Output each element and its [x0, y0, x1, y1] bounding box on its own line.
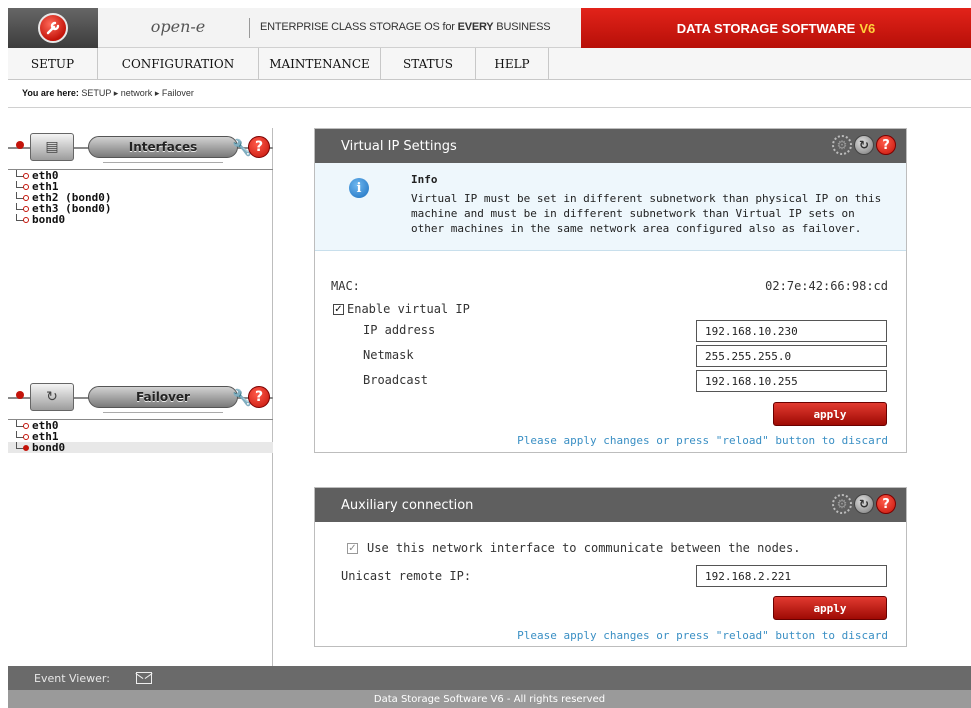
- failover-icon: ↻: [30, 383, 74, 411]
- use-interface-checkbox[interactable]: ✓: [347, 543, 358, 554]
- copyright-text: Data Storage Software V6 - All rights re…: [373, 693, 606, 705]
- ip-address-label: IP address: [363, 323, 436, 337]
- interfaces-title: Interfaces: [88, 136, 238, 158]
- event-viewer-label: Event Viewer:: [34, 671, 110, 685]
- help-icon[interactable]: ?: [876, 135, 896, 155]
- left-panel: ▤ Interfaces 🔧 ? eth0 eth1 eth2 (bond0) …: [8, 128, 273, 666]
- enable-virtual-ip-checkbox[interactable]: ✓: [333, 304, 344, 315]
- tree-item-bond0[interactable]: bond0: [8, 214, 273, 225]
- chevron-right-icon: ▸: [154, 88, 160, 98]
- tree-item-bond0-selected[interactable]: bond0: [8, 442, 273, 453]
- breadcrumb: You are here: SETUP ▸ network ▸ Failover: [8, 81, 971, 108]
- network-interface-icon: ▤: [30, 133, 74, 161]
- settings-icon[interactable]: ⚙: [832, 494, 852, 514]
- failover-header: ↻ Failover 🔧 ?: [8, 378, 273, 418]
- node-icon: [23, 206, 29, 212]
- menu-help[interactable]: HELP: [476, 48, 549, 80]
- envelope-icon[interactable]: [135, 672, 152, 684]
- info-panel: i Info Virtual IP must be set in differe…: [315, 163, 906, 251]
- panel-tools: ⚙ ↻ ?: [832, 494, 896, 514]
- netmask-input[interactable]: [696, 345, 887, 367]
- product-name: DATA STORAGE SOFTWARE: [676, 20, 856, 36]
- reload-hint: Please apply changes or press "reload" b…: [517, 434, 888, 447]
- info-icon: i: [349, 178, 369, 198]
- node-icon: [23, 434, 29, 440]
- tree-item-label: bond0: [32, 441, 66, 454]
- event-viewer-bar: Event Viewer:: [8, 666, 971, 690]
- help-icon[interactable]: ?: [876, 494, 896, 514]
- use-interface-label: Use this network interface to communicat…: [367, 541, 801, 555]
- node-icon: [23, 423, 29, 429]
- chevron-right-icon: ▸: [113, 88, 119, 98]
- virtual-ip-title: Virtual IP Settings: [341, 138, 457, 154]
- main-menu: SETUP CONFIGURATION MAINTENANCE STATUS H…: [8, 48, 971, 80]
- brand-text: open-e: [150, 17, 206, 36]
- wrench-icon: [38, 13, 68, 43]
- menu-configuration[interactable]: CONFIGURATION: [98, 48, 259, 80]
- tagline: ENTERPRISE CLASS STORAGE OS for EVERY BU…: [260, 21, 551, 33]
- panel-tools: ⚙ ↻ ?: [832, 135, 896, 155]
- node-icon: [23, 217, 29, 223]
- header-underline: [103, 162, 223, 163]
- virtual-ip-panel: Virtual IP Settings ⚙ ↻ ? i Info Virtual…: [314, 128, 907, 453]
- menu-setup[interactable]: SETUP: [8, 48, 98, 80]
- breadcrumb-prefix: You are here:: [22, 88, 79, 98]
- breadcrumb-item-failover[interactable]: Failover: [162, 88, 194, 98]
- mac-value: 02:7e:42:66:98:cd: [765, 279, 888, 293]
- reload-icon[interactable]: ↻: [854, 494, 874, 514]
- interfaces-header: ▤ Interfaces 🔧 ?: [8, 128, 273, 168]
- node-icon: [23, 195, 29, 201]
- failover-title: Failover: [88, 386, 238, 408]
- pin-icon: [16, 141, 24, 149]
- pin-icon: [16, 391, 24, 399]
- unicast-remote-ip-label: Unicast remote IP:: [341, 569, 472, 583]
- mac-label: MAC:: [331, 279, 360, 293]
- node-icon: [23, 445, 29, 451]
- reload-hint: Please apply changes or press "reload" b…: [517, 629, 888, 642]
- help-icon[interactable]: ?: [248, 386, 270, 408]
- enable-virtual-ip-label: Enable virtual IP: [347, 302, 470, 316]
- auxiliary-connection-panel: Auxiliary connection ⚙ ↻ ? ✓ Use this ne…: [314, 487, 907, 647]
- node-icon: [23, 184, 29, 190]
- broadcast-label: Broadcast: [363, 373, 429, 387]
- tagline-prefix: ENTERPRISE CLASS STORAGE OS for: [260, 21, 458, 33]
- node-icon: [23, 173, 29, 179]
- auxiliary-title-bar: Auxiliary connection ⚙ ↻ ?: [315, 488, 906, 522]
- menu-status[interactable]: STATUS: [381, 48, 476, 80]
- reload-icon[interactable]: ↻: [854, 135, 874, 155]
- apply-button[interactable]: apply: [773, 596, 887, 620]
- failover-tree: eth0 eth1 bond0: [8, 419, 273, 453]
- help-icon[interactable]: ?: [248, 136, 270, 158]
- app-header: open-e ENTERPRISE CLASS STORAGE OS for E…: [8, 8, 971, 48]
- breadcrumb-item-network[interactable]: network: [121, 88, 153, 98]
- header-underline: [103, 412, 223, 413]
- virtual-ip-title-bar: Virtual IP Settings ⚙ ↻ ?: [315, 129, 906, 163]
- auxiliary-title: Auxiliary connection: [341, 497, 474, 513]
- product-banner: DATA STORAGE SOFTWARE V6: [581, 8, 971, 48]
- product-version: V6: [859, 20, 876, 36]
- ip-address-input[interactable]: [696, 320, 887, 342]
- broadcast-input[interactable]: [696, 370, 887, 392]
- logo[interactable]: [8, 8, 98, 48]
- apply-button[interactable]: apply: [773, 402, 887, 426]
- tree-item-label: bond0: [32, 213, 66, 226]
- info-title: Info: [411, 173, 438, 186]
- info-text: Virtual IP must be set in different subn…: [411, 192, 882, 235]
- menu-maintenance[interactable]: MAINTENANCE: [259, 48, 381, 80]
- netmask-label: Netmask: [363, 348, 414, 362]
- unicast-remote-ip-input[interactable]: [696, 565, 887, 587]
- brand-divider: [249, 18, 250, 38]
- settings-icon[interactable]: ⚙: [832, 135, 852, 155]
- breadcrumb-item-setup[interactable]: SETUP: [81, 88, 111, 98]
- brand-name: open-e: [108, 17, 248, 36]
- tagline-strong: EVERY: [457, 21, 494, 33]
- footer: Data Storage Software V6 - All rights re…: [8, 690, 971, 708]
- tagline-suffix: BUSINESS: [493, 21, 551, 33]
- interfaces-tree: eth0 eth1 eth2 (bond0) eth3 (bond0) bond…: [8, 169, 273, 225]
